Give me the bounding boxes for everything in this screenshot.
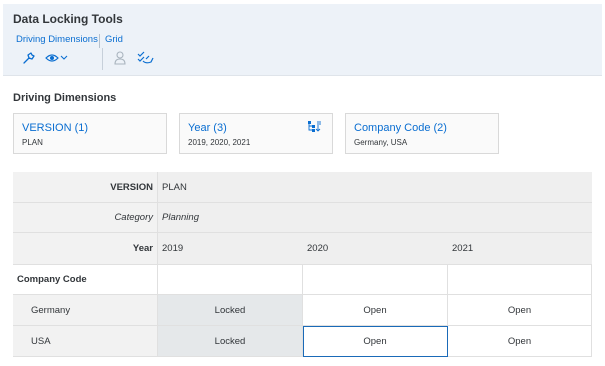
year-label: Year (13, 233, 158, 264)
dimension-card-company-code[interactable]: Company Code (2) Germany, USA (345, 113, 499, 154)
check-list-icon[interactable] (137, 50, 154, 66)
version-value: PLAN (158, 172, 592, 203)
lock-cell-germany-2020[interactable]: Open (303, 295, 448, 326)
card-subtitle: 2019, 2020, 2021 (188, 138, 251, 147)
empty-header-cell (158, 264, 303, 295)
dimension-card-year[interactable]: Year (3) 2019, 2020, 2021 (179, 113, 333, 154)
category-label: Category (13, 203, 158, 233)
lock-cell-usa-2021[interactable]: Open (448, 326, 592, 357)
card-title: Year (3) (188, 122, 227, 134)
card-title: VERSION (1) (22, 122, 89, 134)
lock-cell-usa-2019[interactable]: Locked (158, 326, 303, 357)
card-subtitle: Germany, USA (354, 138, 408, 147)
hierarchy-sort-icon[interactable] (307, 120, 322, 138)
year-header-2019: 2019 (158, 233, 303, 264)
lock-cell-usa-2020[interactable]: Open (303, 326, 448, 357)
row-dimension-header: Company Code (13, 264, 158, 295)
app-title: Data Locking Tools (13, 12, 123, 26)
tab-divider (99, 34, 100, 48)
eye-dropdown-icon[interactable] (45, 50, 69, 66)
empty-header-cell (448, 264, 592, 295)
category-value: Planning (158, 203, 592, 233)
year-header-2020: 2020 (303, 233, 448, 264)
lock-cell-germany-2021[interactable]: Open (448, 295, 592, 326)
version-label: VERSION (13, 172, 158, 203)
year-header-2021: 2021 (448, 233, 592, 264)
section-title: Driving Dimensions (13, 92, 117, 104)
toolbar-divider (102, 48, 103, 70)
app-header: Data Locking Tools Driving Dimensions Gr… (3, 4, 602, 76)
dimension-card-version[interactable]: VERSION (1) PLAN (13, 113, 167, 154)
row-label-germany: Germany (13, 295, 158, 326)
wrench-icon[interactable] (22, 50, 35, 66)
empty-header-cell (303, 264, 448, 295)
tab-driving-dimensions[interactable]: Driving Dimensions (16, 34, 98, 45)
person-icon (114, 50, 126, 66)
data-grid: VERSION PLAN Category Planning Year 2019… (13, 172, 592, 357)
row-label-usa: USA (13, 326, 158, 357)
tab-grid[interactable]: Grid (105, 34, 123, 45)
card-title: Company Code (2) (354, 122, 447, 134)
lock-cell-germany-2019[interactable]: Locked (158, 295, 303, 326)
card-subtitle: PLAN (22, 138, 43, 147)
